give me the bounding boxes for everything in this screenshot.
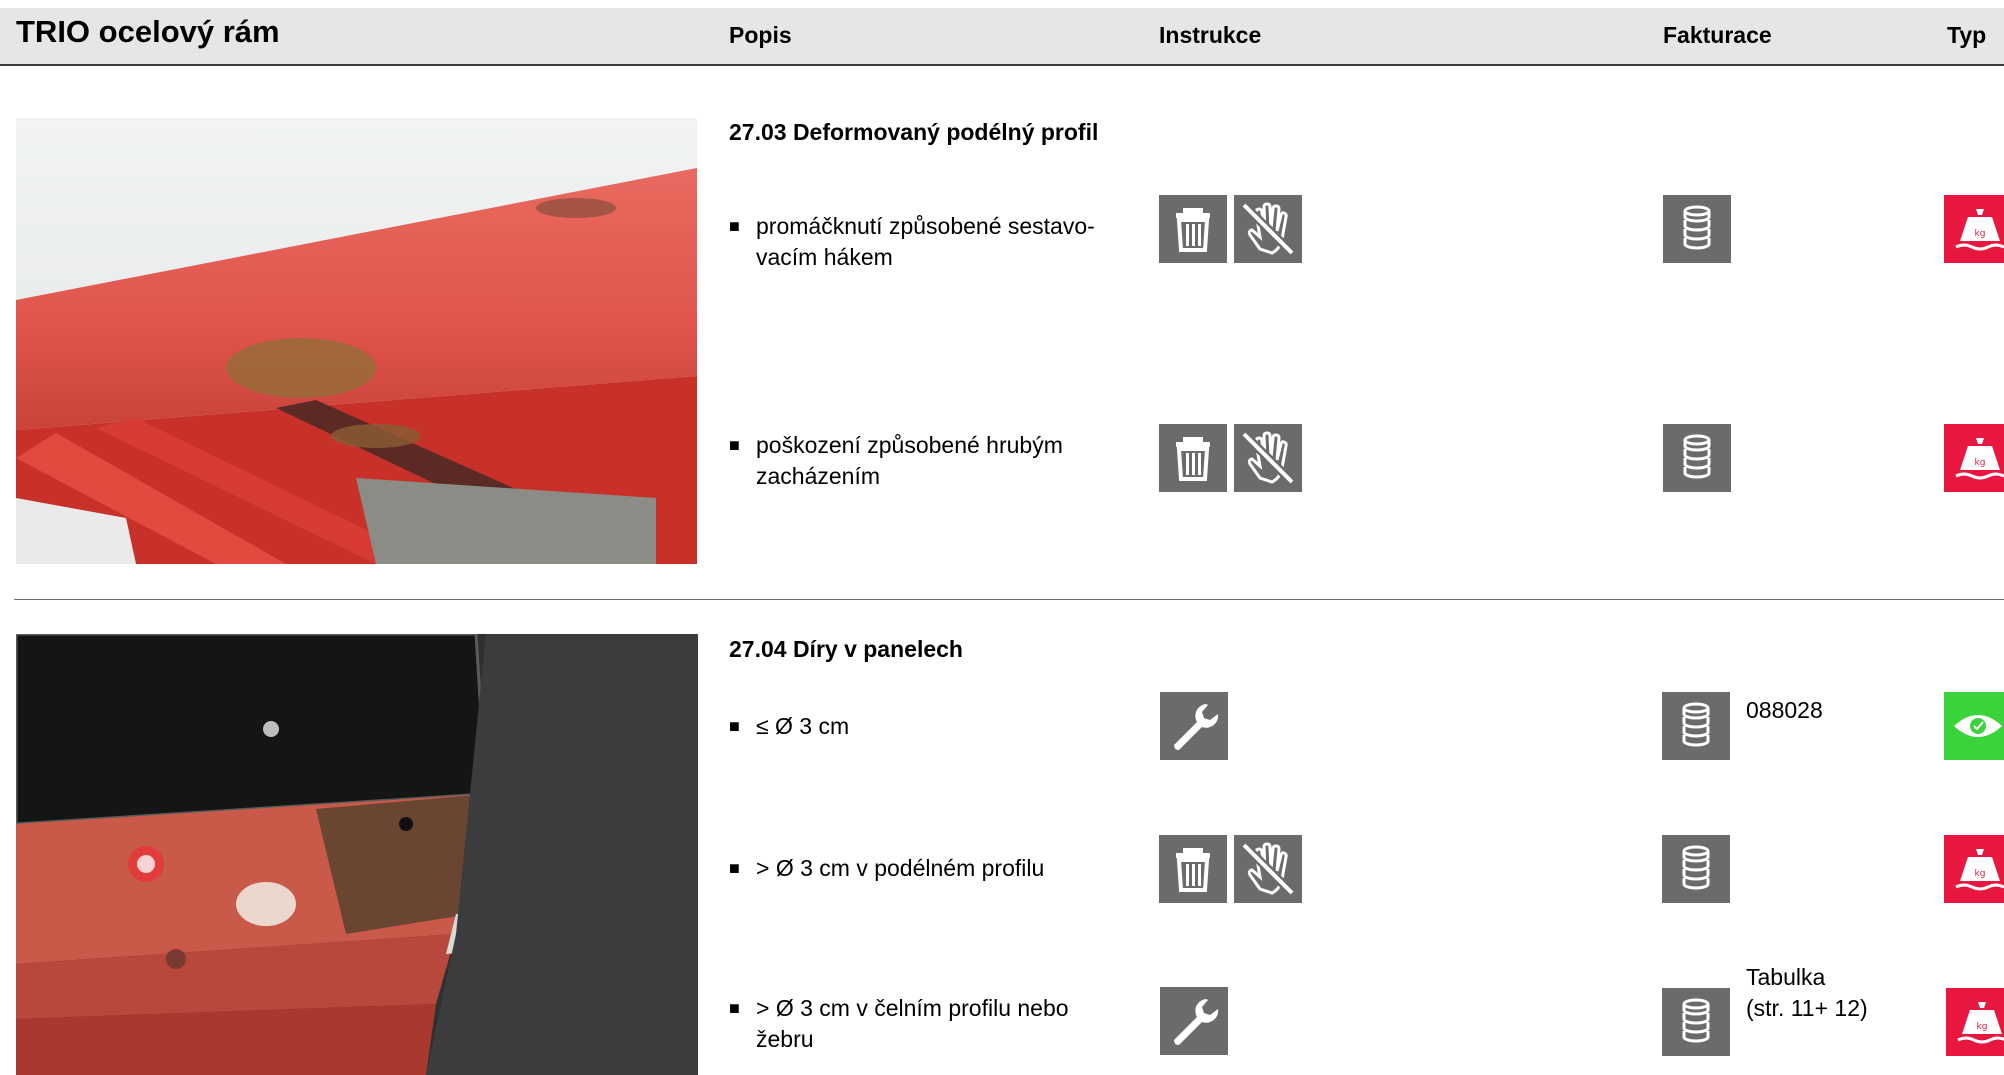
section-title-27-03: 27.03 Deformovaný podélný profil [729,119,1099,145]
billing-coins [1662,988,1730,1056]
trash-icon [1159,835,1227,903]
red-steel-frame-photo-icon [16,118,697,564]
item-description: ≤ Ø 3 cm [756,713,850,739]
instruction-trash [1159,835,1227,903]
list-item: ■ poškození způsobené hrubým zacházením [729,430,1149,494]
instruction-no-hand-repair [1234,424,1302,492]
list-item: ■ ≤ Ø 3 cm [729,711,1149,743]
bullet-square: ■ [729,435,740,455]
bullet-square: ■ [729,858,740,878]
coins-stack-icon [1663,424,1731,492]
column-header-typ: Typ [1947,22,1987,48]
item-description: > Ø 3 cm v čelním profilu nebo žebru [756,995,1069,1052]
no-hand-repair-icon [1234,195,1302,263]
column-header-instrukce: Instrukce [1159,22,1262,48]
scrap-weight-icon [1944,195,2004,263]
coins-stack-icon [1662,692,1730,760]
bullet-square: ■ [729,716,740,736]
coins-stack-icon [1662,988,1730,1056]
coins-stack-icon [1662,835,1730,903]
instruction-no-hand-repair [1234,195,1302,263]
list-item: ■ promáčknutí způsobené sestavo- vacím h… [729,211,1149,275]
type-badge-scrap [1946,988,2004,1056]
item-description: poškození způsobené hrubým zacházením [756,432,1063,489]
type-badge-visual [1944,692,2004,760]
instruction-trash [1159,424,1227,492]
section-title-27-04: 27.04 Díry v panelech [729,636,963,662]
billing-coins [1663,424,1731,492]
document-title: TRIO ocelový rám [16,14,280,49]
type-badge-scrap [1944,835,2004,903]
list-item: ■ > Ø 3 cm v čelním profilu nebo žebru [729,993,1149,1057]
billing-coins [1662,835,1730,903]
column-header-popis: Popis [729,22,792,48]
bullet-square: ■ [729,998,740,1018]
instruction-wrench [1160,987,1228,1055]
no-hand-repair-icon [1234,424,1302,492]
red-steel-frame-photo [16,118,697,564]
visual-eye-icon [1944,692,2004,760]
panel-holes-photo [16,634,698,1075]
list-item: ■ > Ø 3 cm v podélném profilu [729,853,1149,885]
item-description: promáčknutí způsobené sestavo- vacím hák… [756,213,1095,270]
panel-holes-photo-icon [16,634,698,1075]
wrench-icon [1160,987,1228,1055]
wrench-icon [1160,692,1228,760]
billing-table-reference: Tabulka (str. 11+ 12) [1746,964,1868,1021]
trash-icon [1159,195,1227,263]
scrap-weight-icon [1944,835,2004,903]
coins-stack-icon [1663,195,1731,263]
instruction-wrench [1160,692,1228,760]
billing-coins [1662,692,1730,760]
scrap-weight-icon [1946,988,2004,1056]
billing-article-number: 088028 [1746,697,1823,723]
column-header-fakturace: Fakturace [1663,22,1772,48]
scrap-weight-icon [1944,424,2004,492]
type-badge-scrap [1944,195,2004,263]
trash-icon [1159,424,1227,492]
section-divider [14,599,2004,600]
item-description: > Ø 3 cm v podélném profilu [756,855,1045,881]
bullet-square: ■ [729,216,740,236]
instruction-no-hand-repair [1234,835,1302,903]
instruction-trash [1159,195,1227,263]
billing-coins [1663,195,1731,263]
type-badge-scrap [1944,424,2004,492]
no-hand-repair-icon [1234,835,1302,903]
